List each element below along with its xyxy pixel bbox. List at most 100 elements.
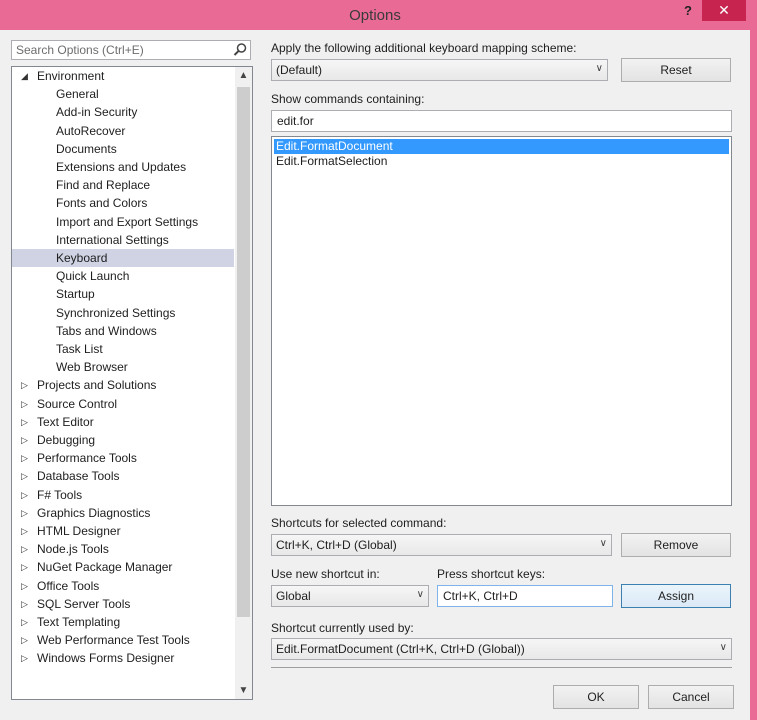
tree-item[interactable]: ▷ Source Control [12, 395, 234, 413]
tree-item[interactable]: ▷ SQL Server Tools [12, 595, 234, 613]
collapsed-arrow-icon[interactable]: ▷ [21, 486, 31, 504]
show-commands-value: edit.for [277, 114, 314, 128]
tree-item[interactable]: Extensions and Updates [12, 158, 234, 176]
expanded-arrow-icon[interactable]: ◢ [21, 67, 31, 85]
tree-item-label: AutoRecover [56, 123, 126, 138]
assign-button[interactable]: Assign [621, 584, 731, 608]
search-options-box[interactable] [11, 40, 251, 60]
collapsed-arrow-icon[interactable]: ▷ [21, 449, 31, 467]
scroll-up-icon[interactable]: ▲ [235, 67, 252, 84]
collapsed-arrow-icon[interactable]: ▷ [21, 649, 31, 667]
tree-item-label: HTML Designer [37, 524, 121, 538]
tree-item[interactable]: ▷ Node.js Tools [12, 540, 234, 558]
press-shortcut-input[interactable]: Ctrl+K, Ctrl+D [437, 585, 613, 607]
tree-scrollbar[interactable]: ▲ ▼ [235, 67, 252, 699]
collapsed-arrow-icon[interactable]: ▷ [21, 467, 31, 485]
tree-item-label: Database Tools [37, 469, 120, 484]
collapsed-arrow-icon[interactable]: ▷ [21, 631, 31, 649]
ok-button[interactable]: OK [553, 685, 639, 709]
tree-item[interactable]: ◢ Environment [12, 67, 234, 85]
tree-item-label: Fonts and Colors [56, 196, 148, 211]
tree-item[interactable]: General [12, 85, 234, 103]
command-list-item[interactable]: Edit.FormatSelection [274, 154, 729, 169]
search-icon[interactable] [232, 42, 248, 58]
title-bar[interactable]: Options ? ✕ [0, 0, 757, 30]
tree-item[interactable]: ▷ Debugging [12, 431, 234, 449]
chevron-down-icon: ∨ [416, 589, 424, 600]
tree-item[interactable]: ▷ Text Templating [12, 613, 234, 631]
cancel-button[interactable]: Cancel [648, 685, 734, 709]
collapsed-arrow-icon[interactable]: ▷ [21, 431, 31, 449]
scroll-thumb[interactable] [237, 87, 250, 617]
collapsed-arrow-icon[interactable]: ▷ [21, 613, 31, 631]
tree-item-label: Task List [56, 342, 103, 356]
collapsed-arrow-icon[interactable]: ▷ [21, 522, 31, 540]
tree-item[interactable]: ▷ Windows Forms Designer [12, 649, 234, 667]
tree-item[interactable]: Fonts and Colors [12, 194, 234, 212]
chevron-down-icon: ∨ [595, 63, 603, 74]
tree-item-label: Tabs and Windows [56, 323, 157, 338]
tree-item-label: Add-in Security [56, 105, 138, 120]
collapsed-arrow-icon[interactable]: ▷ [21, 395, 31, 413]
collapsed-arrow-icon[interactable]: ▷ [21, 504, 31, 522]
tree-item[interactable]: ▷ Web Performance Test Tools [12, 631, 234, 649]
use-new-shortcut-label: Use new shortcut in: [271, 567, 380, 581]
tree-item[interactable]: Web Browser [12, 358, 234, 376]
shortcuts-select[interactable]: Ctrl+K, Ctrl+D (Global) ∨ [271, 534, 612, 556]
used-by-select[interactable]: Edit.FormatDocument (Ctrl+K, Ctrl+D (Glo… [271, 638, 732, 660]
show-commands-input[interactable]: edit.for [271, 110, 732, 132]
tree-item[interactable]: ▷ Graphics Diagnostics [12, 504, 234, 522]
mapping-scheme-select[interactable]: (Default) ∨ [271, 59, 608, 81]
options-tree[interactable]: ◢ Environment General Add-in Security AutoRe… [11, 66, 253, 700]
tree-item-label: Text Templating [37, 615, 121, 629]
tree-item[interactable]: ▷ F# Tools [12, 486, 234, 504]
tree-item[interactable]: Import and Export Settings [12, 213, 234, 231]
collapsed-arrow-icon[interactable]: ▷ [21, 577, 31, 595]
collapsed-arrow-icon[interactable]: ▷ [21, 558, 31, 576]
tree-item-label: International Settings [56, 232, 169, 247]
tree-item-label: Projects and Solutions [37, 378, 157, 393]
tree-item[interactable]: Task List [12, 340, 234, 358]
remove-button[interactable]: Remove [621, 533, 731, 557]
used-by-value: Edit.FormatDocument (Ctrl+K, Ctrl+D (Glo… [276, 642, 525, 656]
collapsed-arrow-icon[interactable]: ▷ [21, 595, 31, 613]
tree-item[interactable]: ▷ Database Tools [12, 467, 234, 485]
commands-list[interactable]: Edit.FormatDocument Edit.FormatSelection [271, 136, 732, 506]
command-list-item[interactable]: Edit.FormatDocument [274, 139, 729, 154]
tree-item-label: Node.js Tools [37, 542, 109, 557]
tree-item[interactable]: ▷ Projects and Solutions [12, 376, 234, 394]
use-new-shortcut-select[interactable]: Global ∨ [271, 585, 429, 607]
tree-item[interactable]: Synchronized Settings [12, 304, 234, 322]
collapsed-arrow-icon[interactable]: ▷ [21, 376, 31, 394]
tree-item[interactable]: ▷ Performance Tools [12, 449, 234, 467]
options-dialog: Options ? ✕ ◢ Environment General Add-in Se… [0, 0, 757, 720]
close-button[interactable]: ✕ [702, 0, 746, 21]
tree-item-label: Source Control [37, 396, 118, 411]
collapsed-arrow-icon[interactable]: ▷ [21, 413, 31, 431]
tree-item[interactable]: Documents [12, 140, 234, 158]
tree-item[interactable]: ▷ HTML Designer [12, 522, 234, 540]
mapping-scheme-label: Apply the following additional keyboard … [271, 41, 577, 55]
tree-item[interactable]: ▷ NuGet Package Manager [12, 558, 234, 576]
tree-item[interactable]: Startup [12, 285, 234, 303]
tree-item[interactable]: Find and Replace [12, 176, 234, 194]
tree-item[interactable]: Add-in Security [12, 103, 234, 121]
search-input[interactable] [12, 41, 226, 59]
tree-item[interactable]: Quick Launch [12, 267, 234, 285]
tree-item[interactable]: ▷ Office Tools [12, 577, 234, 595]
tree-item[interactable]: International Settings [12, 231, 234, 249]
help-button[interactable]: ? [672, 0, 704, 22]
collapsed-arrow-icon[interactable]: ▷ [21, 540, 31, 558]
reset-button[interactable]: Reset [621, 58, 731, 82]
tree-item[interactable]: Keyboard [12, 249, 234, 267]
tree-item[interactable]: ▷ Text Editor [12, 413, 234, 431]
tree-item-label: Environment [37, 69, 105, 83]
scroll-down-icon[interactable]: ▼ [235, 682, 252, 699]
tree-item-label: Windows Forms Designer [37, 651, 175, 666]
tree-item[interactable]: Tabs and Windows [12, 322, 234, 340]
tree-item[interactable]: AutoRecover [12, 122, 234, 140]
window-title: Options [349, 7, 401, 24]
show-commands-label: Show commands containing: [271, 92, 425, 106]
tree-item-label: Text Editor [37, 414, 94, 429]
tree-item-label: Web Performance Test Tools [37, 633, 190, 648]
